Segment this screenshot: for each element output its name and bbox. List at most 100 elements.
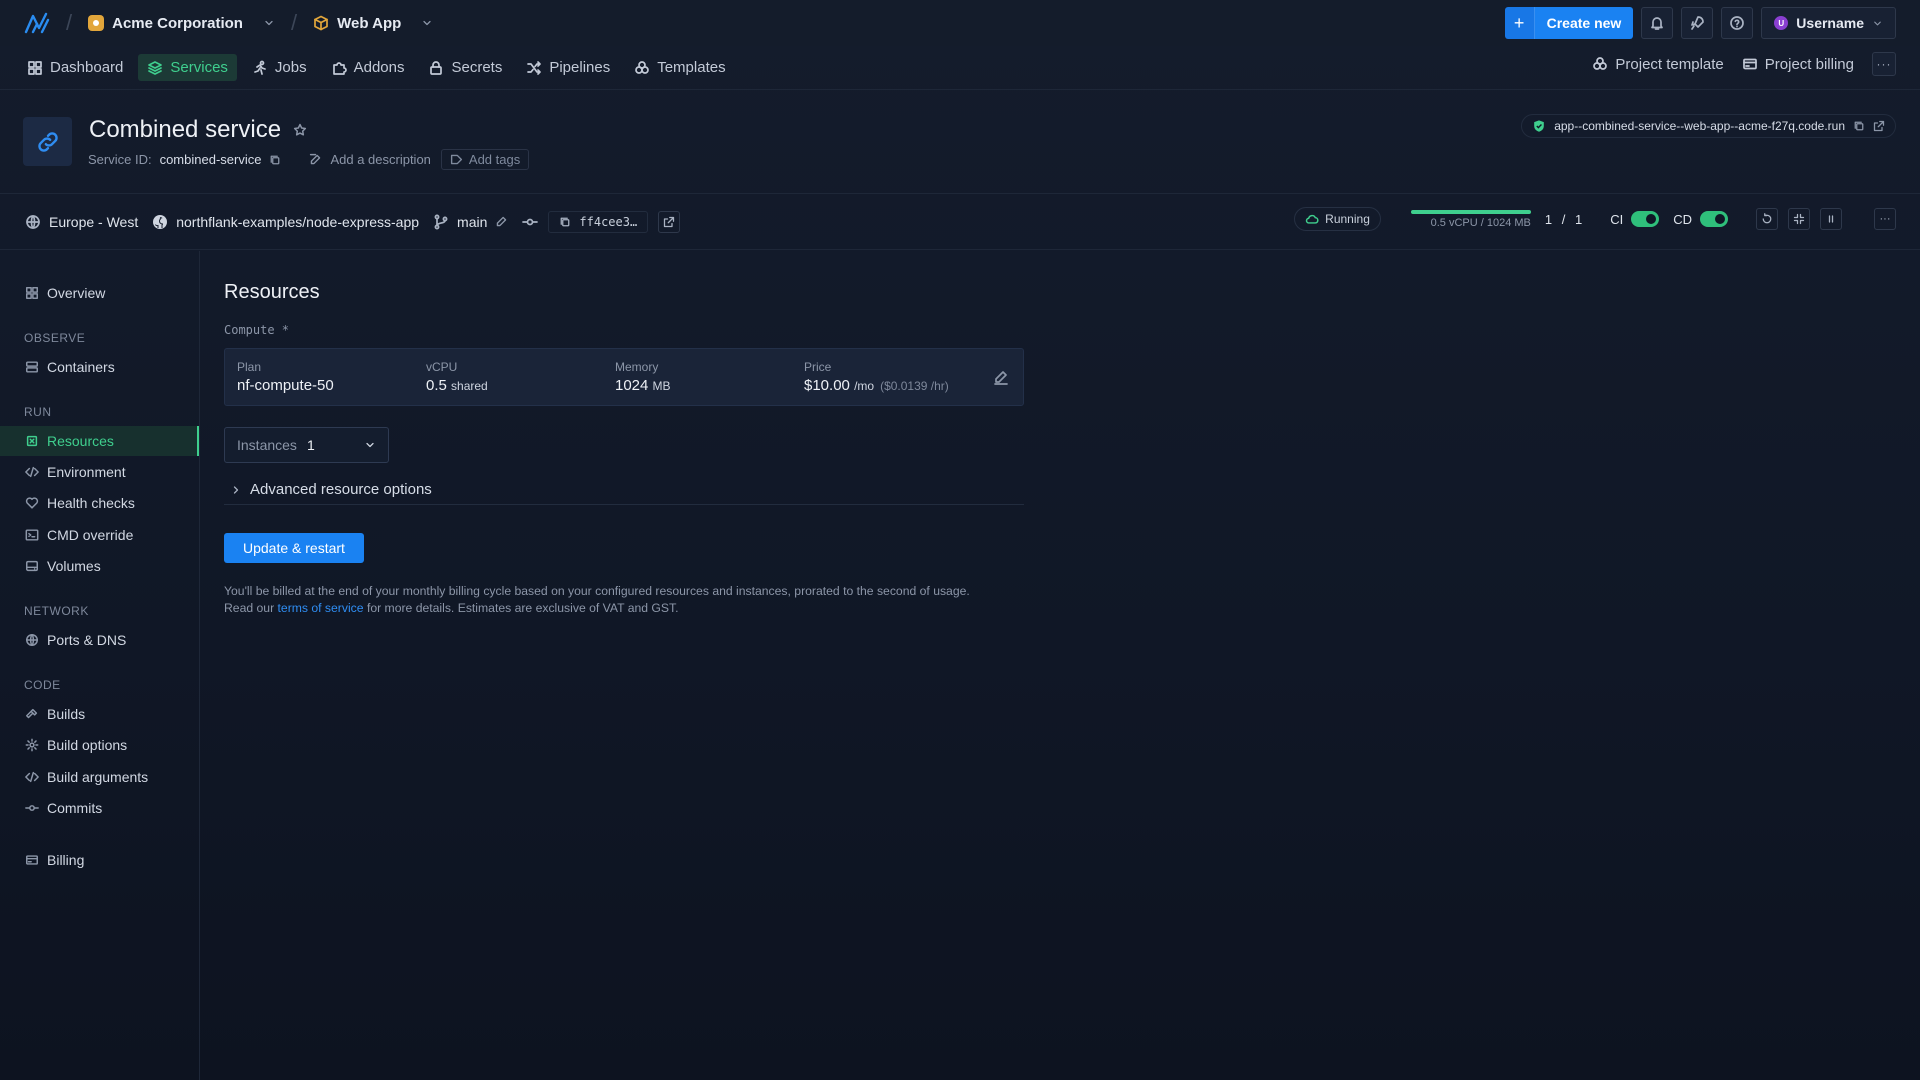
sidebar-item-containers[interactable]: Containers (0, 352, 199, 382)
copy-icon[interactable] (1853, 120, 1865, 132)
cd-toggle[interactable] (1700, 211, 1728, 227)
sidebar-item-resources[interactable]: Resources (0, 426, 199, 456)
template-icon (1592, 56, 1608, 72)
update-restart-button[interactable]: Update & restart (224, 533, 364, 563)
ci-toggle-group: CI (1610, 211, 1660, 227)
org-name: Acme Corporation (112, 14, 243, 32)
vcpu-unit: shared (451, 379, 488, 393)
commit: ff4cee3… (522, 210, 681, 233)
create-new-label: Create new (1534, 7, 1634, 39)
user-menu[interactable]: U Username (1761, 7, 1896, 39)
advanced-resource-options-toggle[interactable]: Advanced resource options (224, 475, 1024, 505)
add-description-button[interactable]: Add a description (330, 152, 430, 167)
deploy-button[interactable] (1681, 7, 1714, 39)
instances-select[interactable]: Instances 1 (224, 427, 389, 463)
branch[interactable]: main (433, 214, 508, 230)
region: Europe - West (25, 214, 138, 230)
breadcrumb-separator: / (290, 10, 298, 35)
price-unit: /mo (854, 379, 875, 393)
sidebar-item-environment[interactable]: Environment (0, 457, 199, 487)
project-billing-link[interactable]: Project billing (1742, 56, 1854, 73)
terms-of-service-link[interactable]: terms of service (278, 601, 364, 615)
sidebar-item-label: Health checks (47, 495, 135, 511)
copy-icon[interactable] (269, 154, 281, 166)
nav-label: Services (170, 59, 228, 76)
sidebar-item-overview[interactable]: Overview (0, 278, 199, 308)
memory-value-row: 1024 MB (615, 377, 671, 394)
minimize-icon (1793, 213, 1805, 225)
sidebar-item-build-options[interactable]: Build options (0, 730, 199, 760)
puzzle-icon (331, 60, 347, 76)
sidebar-item-ports-dns[interactable]: Ports & DNS (0, 625, 199, 655)
star-icon[interactable] (293, 123, 307, 137)
more-options-button[interactable]: ··· (1874, 208, 1896, 230)
nav-label: Pipelines (549, 59, 611, 76)
notifications-button[interactable] (1641, 7, 1674, 39)
bell-icon (1649, 15, 1665, 31)
create-new-button[interactable]: + Create new (1504, 7, 1634, 39)
org-selector[interactable]: Acme Corporation (88, 15, 275, 32)
more-horizontal-icon: ··· (1879, 213, 1891, 225)
project-template-link[interactable]: Project template (1592, 56, 1724, 73)
billing-note-prefix: Read our (224, 601, 275, 615)
sidebar-item-commits[interactable]: Commits (0, 793, 199, 823)
nav-pipelines[interactable]: Pipelines (517, 54, 619, 81)
username: Username (1796, 15, 1864, 31)
external-link-icon[interactable] (1873, 120, 1885, 132)
northflank-logo-icon[interactable] (24, 12, 50, 34)
sidebar-section-run: RUN (24, 405, 52, 419)
commit-hash[interactable]: ff4cee3… (548, 210, 649, 233)
restart-button[interactable] (1756, 208, 1778, 230)
sidebar-item-label: Containers (47, 359, 115, 375)
memory-unit: MB (652, 379, 671, 393)
code-icon (25, 770, 39, 784)
top-bar: / Acme Corporation / Web App + Create ne… (0, 0, 1920, 46)
service-url-text[interactable]: app--combined-service--web-app--acme-f27… (1554, 119, 1845, 133)
copy-icon[interactable] (559, 216, 571, 228)
project-selector[interactable]: Web App (313, 15, 433, 32)
edit-icon[interactable] (309, 153, 322, 166)
vcpu-key: vCPU (426, 360, 458, 374)
help-button[interactable] (1721, 7, 1754, 39)
open-commit-button[interactable] (658, 210, 681, 233)
sidebar-item-billing[interactable]: Billing (0, 845, 199, 875)
status-text: Running (1325, 212, 1370, 226)
nav-addons[interactable]: Addons (322, 54, 414, 81)
runner-icon (252, 60, 268, 76)
deployment-strip: Europe - West northflank-examples/node-e… (0, 194, 1920, 250)
memory-value: 1024 (615, 377, 649, 394)
nav-templates[interactable]: Templates (625, 54, 734, 81)
repo-label: northflank-examples/node-express-app (176, 213, 420, 230)
nav-label: Addons (353, 59, 405, 76)
nav-jobs[interactable]: Jobs (243, 54, 316, 81)
resource-usage-meter: 0.5 vCPU / 1024 MB (1410, 209, 1531, 229)
layers-icon (147, 60, 163, 76)
sidebar-item-builds[interactable]: Builds (0, 699, 199, 729)
add-tags-button[interactable]: Add tags (440, 149, 530, 170)
compute-plan-card[interactable]: Plan nf-compute-50 vCPU 0.5 shared Memor… (224, 348, 1024, 406)
box-icon (313, 15, 329, 31)
ci-toggle[interactable] (1631, 211, 1660, 227)
nav-services[interactable]: Services (138, 54, 237, 81)
tag-icon (450, 153, 463, 166)
price-hourly: ($0.0139 /hr) (880, 379, 949, 393)
vcpu-column: vCPU 0.5 shared (426, 360, 488, 394)
edit-plan-icon[interactable] (993, 369, 1009, 385)
service-url[interactable]: app--combined-service--web-app--acme-f27… (1521, 114, 1896, 138)
sidebar-item-health-checks[interactable]: Health checks (0, 488, 199, 518)
nav-secrets[interactable]: Secrets (419, 54, 511, 81)
sidebar-item-volumes[interactable]: Volumes (0, 551, 199, 581)
chevron-down-icon (1872, 18, 1883, 29)
repository[interactable]: northflank-examples/node-express-app (152, 214, 419, 230)
code-icon (25, 465, 39, 479)
globe-icon (25, 214, 41, 230)
more-options-button[interactable]: ··· (1872, 52, 1896, 76)
memory-key: Memory (615, 360, 659, 374)
nav-dashboard[interactable]: Dashboard (18, 54, 132, 81)
sidebar-item-cmd-override[interactable]: CMD override (0, 520, 199, 550)
edit-icon[interactable] (495, 215, 508, 228)
help-icon (1729, 15, 1745, 31)
pause-button[interactable] (1820, 208, 1842, 230)
sidebar-item-build-arguments[interactable]: Build arguments (0, 762, 199, 792)
scale-button[interactable] (1788, 208, 1810, 230)
